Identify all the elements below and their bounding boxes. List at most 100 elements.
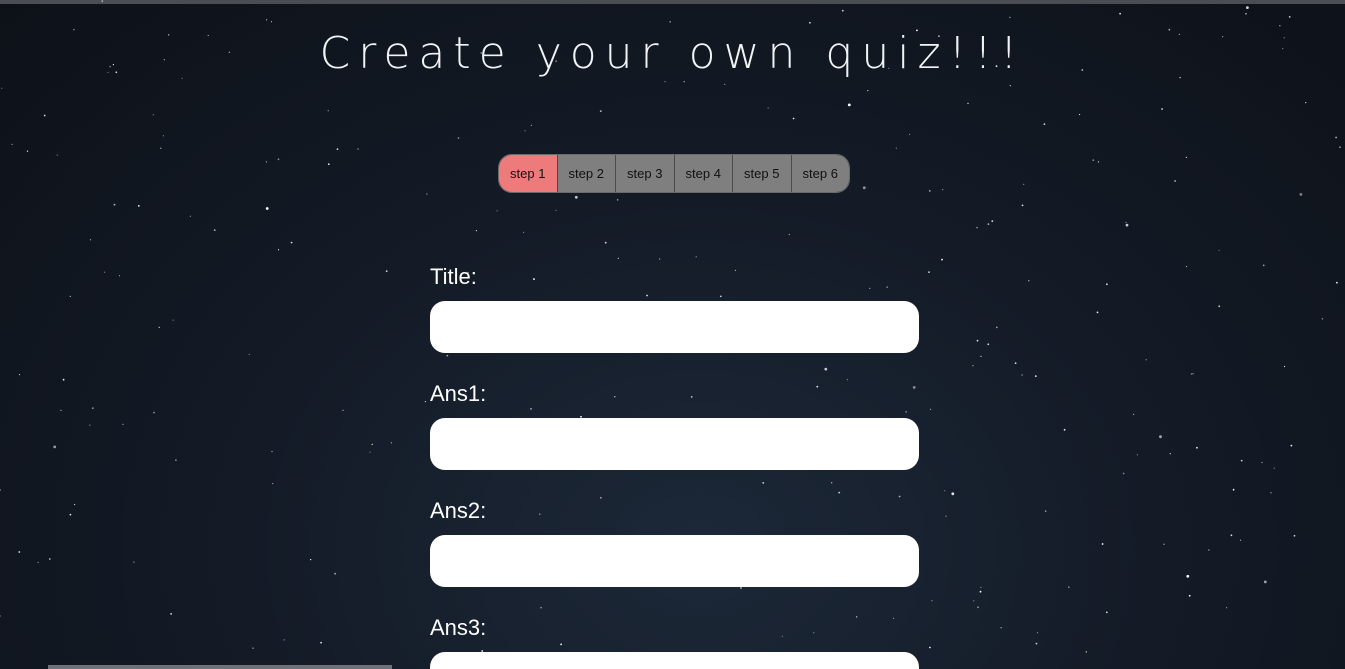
star — [0, 615, 1, 617]
star — [1043, 123, 1046, 125]
star — [213, 229, 216, 232]
star — [930, 408, 932, 410]
star — [929, 646, 931, 649]
star — [371, 443, 373, 445]
star — [695, 256, 697, 258]
star — [357, 148, 359, 150]
star — [1218, 249, 1220, 251]
title-input[interactable] — [430, 301, 919, 353]
star — [1192, 373, 1194, 375]
step-tab-2[interactable]: step 2 — [556, 155, 615, 192]
star — [1035, 642, 1038, 645]
star — [137, 205, 140, 207]
star — [18, 551, 21, 553]
star — [838, 491, 841, 494]
star — [1161, 108, 1163, 110]
star — [912, 386, 916, 389]
step-tab-4[interactable]: step 4 — [673, 155, 732, 192]
star — [690, 396, 693, 398]
star — [976, 339, 979, 342]
step-tab-5[interactable]: step 5 — [732, 155, 791, 192]
star — [1335, 136, 1337, 139]
star — [1063, 428, 1066, 431]
star — [1245, 12, 1247, 15]
star — [976, 226, 978, 229]
star — [1283, 365, 1286, 368]
star — [847, 103, 851, 107]
star — [816, 385, 819, 388]
star — [980, 586, 982, 588]
star — [1079, 113, 1081, 116]
star — [1163, 543, 1165, 545]
star — [540, 606, 542, 609]
star — [1034, 375, 1037, 377]
star — [446, 354, 449, 357]
star — [1125, 221, 1127, 223]
star — [1106, 283, 1108, 286]
star — [1185, 156, 1187, 158]
star — [1068, 586, 1070, 588]
star — [158, 326, 160, 328]
star — [172, 319, 174, 321]
star — [895, 147, 897, 149]
star — [18, 374, 21, 376]
step-navigation: step 1 step 2 step 3 step 4 step 5 step … — [498, 154, 850, 193]
ans1-input[interactable] — [430, 418, 919, 470]
star — [1263, 580, 1267, 584]
star — [1105, 611, 1108, 614]
star — [1028, 280, 1030, 282]
star — [310, 559, 312, 561]
star — [788, 233, 790, 236]
star — [1273, 467, 1275, 469]
star — [122, 423, 124, 425]
star — [327, 163, 330, 166]
star — [792, 117, 795, 120]
ans2-label: Ans2: — [430, 498, 487, 523]
star — [1122, 472, 1125, 475]
star — [740, 587, 742, 589]
star — [977, 606, 979, 609]
star — [1299, 193, 1303, 196]
star — [1190, 373, 1192, 375]
step-tab-1[interactable]: step 1 — [499, 155, 557, 192]
star — [48, 558, 51, 560]
step-tab-6[interactable]: step 6 — [790, 155, 849, 192]
star — [113, 203, 116, 206]
star — [91, 407, 94, 410]
step-tab-3[interactable]: step 3 — [615, 155, 674, 192]
star — [1036, 632, 1039, 634]
star — [1288, 16, 1291, 18]
star — [560, 643, 562, 646]
star — [734, 269, 737, 271]
star — [426, 193, 428, 195]
star — [1101, 543, 1104, 545]
star — [327, 110, 329, 112]
star — [1009, 16, 1011, 18]
star — [1186, 574, 1190, 578]
star — [762, 482, 765, 484]
star — [980, 355, 982, 357]
star — [369, 451, 371, 453]
star — [555, 209, 557, 211]
horizontal-scrollbar[interactable] — [48, 665, 392, 669]
star — [1290, 444, 1293, 447]
star — [1230, 534, 1233, 537]
star — [290, 241, 293, 244]
star — [265, 207, 269, 210]
star — [153, 411, 155, 414]
star — [1262, 264, 1265, 267]
star — [175, 459, 177, 462]
star — [987, 343, 990, 346]
star — [530, 408, 532, 410]
star — [60, 409, 62, 411]
star — [1186, 265, 1188, 268]
ans3-input[interactable] — [430, 652, 919, 669]
star — [390, 442, 392, 444]
star — [604, 241, 607, 244]
star — [1021, 204, 1024, 207]
ans2-input[interactable] — [430, 535, 919, 587]
star — [813, 632, 815, 634]
star — [995, 326, 998, 329]
star — [62, 378, 65, 381]
star — [189, 215, 191, 217]
